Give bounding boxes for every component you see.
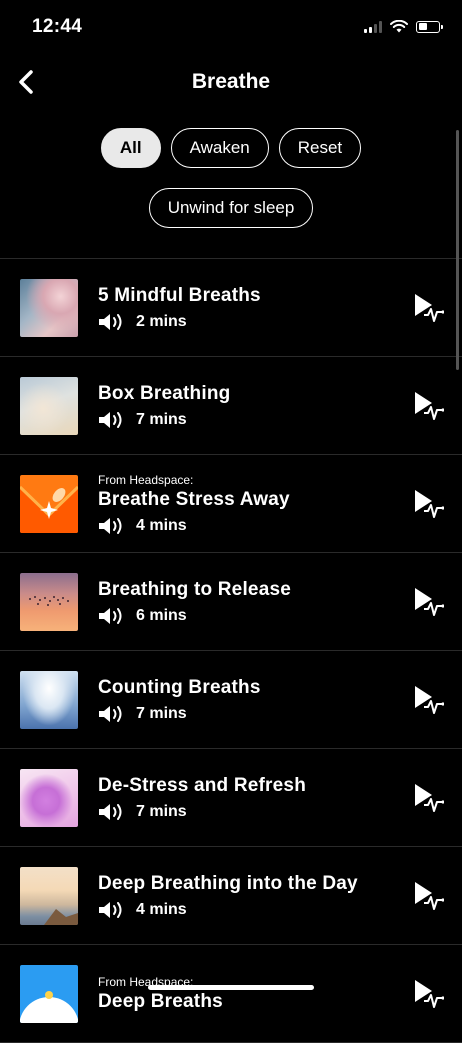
page-title: Breathe	[191, 70, 271, 93]
mountain-artwork	[44, 909, 78, 925]
session-duration: 4 mins	[98, 901, 358, 919]
nav-bar: Breathe	[0, 60, 462, 104]
play-breath-icon[interactable]	[412, 879, 444, 911]
session-title: Deep Breaths	[98, 990, 223, 1012]
session-text: From Headspace: Breathe Stress Away 4 mi…	[98, 455, 290, 552]
play-breath-icon[interactable]	[412, 977, 444, 1009]
list-item[interactable]: From Headspace: Deep Breaths	[0, 945, 462, 1043]
speaker-icon	[99, 313, 122, 330]
filter-chips: All Awaken Reset Unwind for sleep	[0, 128, 462, 228]
filter-row-2: Unwind for sleep	[0, 188, 462, 228]
session-thumbnail	[20, 573, 78, 631]
cellular-signal-icon	[364, 20, 382, 33]
speaker-icon	[99, 901, 122, 918]
session-duration-text: 7 mins	[136, 410, 187, 428]
session-text: Breathing to Release 6 mins	[98, 553, 291, 650]
session-text: Box Breathing 7 mins	[98, 357, 230, 454]
filter-chip-reset[interactable]: Reset	[278, 128, 362, 168]
session-text: From Headspace: Deep Breaths	[98, 945, 223, 1042]
session-thumbnail	[20, 279, 78, 337]
session-duration: 2 mins	[98, 313, 261, 331]
list-item[interactable]: Deep Breathing into the Day 4 mins	[0, 847, 462, 945]
play-breath-icon[interactable]	[412, 291, 444, 323]
session-thumbnail	[20, 475, 78, 533]
session-duration: 7 mins	[98, 705, 261, 723]
session-thumbnail	[20, 867, 78, 925]
headspace-artwork	[20, 485, 78, 533]
session-duration-text: 4 mins	[136, 516, 187, 534]
session-duration-text: 2 mins	[136, 312, 187, 330]
list-item[interactable]: Breathing to Release 6 mins	[0, 553, 462, 651]
speaker-icon	[99, 607, 122, 624]
session-duration-text: 4 mins	[136, 900, 187, 918]
session-list: 5 Mindful Breaths 2 mins Box Breathing 7…	[0, 258, 462, 1043]
list-item[interactable]: Box Breathing 7 mins	[0, 357, 462, 455]
session-text: Counting Breaths 7 mins	[98, 651, 261, 748]
list-item[interactable]: From Headspace: Breathe Stress Away 4 mi…	[0, 455, 462, 553]
session-duration-text: 7 mins	[136, 704, 187, 722]
session-text: De-Stress and Refresh 7 mins	[98, 749, 306, 846]
filter-chip-unwind-for-sleep[interactable]: Unwind for sleep	[148, 188, 314, 228]
session-thumbnail	[20, 377, 78, 435]
session-title: Counting Breaths	[98, 676, 261, 698]
play-breath-icon[interactable]	[412, 487, 444, 519]
session-source: From Headspace:	[98, 472, 194, 487]
play-breath-icon[interactable]	[412, 389, 444, 421]
session-duration: 6 mins	[98, 607, 291, 625]
filter-chip-all[interactable]: All	[100, 128, 161, 168]
session-duration-text: 7 mins	[136, 802, 187, 820]
home-indicator[interactable]	[148, 985, 314, 990]
session-thumbnail	[20, 769, 78, 827]
status-icons	[364, 20, 443, 33]
status-time: 12:44	[32, 16, 83, 37]
session-title: Breathing to Release	[98, 578, 291, 600]
session-title: Deep Breathing into the Day	[98, 872, 358, 894]
session-title: 5 Mindful Breaths	[98, 284, 261, 306]
speaker-icon	[99, 803, 122, 820]
session-duration-text: 6 mins	[136, 606, 187, 624]
session-thumbnail	[20, 671, 78, 729]
scrollbar[interactable]	[456, 130, 459, 370]
play-breath-icon[interactable]	[412, 781, 444, 813]
list-item[interactable]: Counting Breaths 7 mins	[0, 651, 462, 749]
filter-chip-awaken[interactable]: Awaken	[170, 128, 269, 168]
session-title: Box Breathing	[98, 382, 231, 404]
session-text: Deep Breathing into the Day 4 mins	[98, 847, 358, 944]
session-duration: 4 mins	[98, 517, 290, 535]
birds-artwork	[29, 596, 69, 606]
headspace-artwork	[20, 991, 78, 1023]
filter-row-1: All Awaken Reset	[0, 128, 462, 168]
list-item[interactable]: De-Stress and Refresh 7 mins	[0, 749, 462, 847]
session-duration: 7 mins	[98, 803, 306, 821]
wifi-icon	[390, 20, 408, 33]
speaker-icon	[99, 705, 122, 722]
speaker-icon	[99, 411, 122, 428]
session-title: Breathe Stress Away	[98, 488, 290, 510]
status-bar: 12:44	[0, 0, 462, 56]
speaker-icon	[99, 517, 122, 534]
session-duration: 7 mins	[98, 411, 230, 429]
battery-icon	[416, 20, 443, 33]
play-breath-icon[interactable]	[412, 585, 444, 617]
session-thumbnail	[20, 965, 78, 1023]
session-text: 5 Mindful Breaths 2 mins	[98, 259, 261, 356]
session-title: De-Stress and Refresh	[98, 774, 306, 796]
play-breath-icon[interactable]	[412, 683, 444, 715]
list-item[interactable]: 5 Mindful Breaths 2 mins	[0, 259, 462, 357]
